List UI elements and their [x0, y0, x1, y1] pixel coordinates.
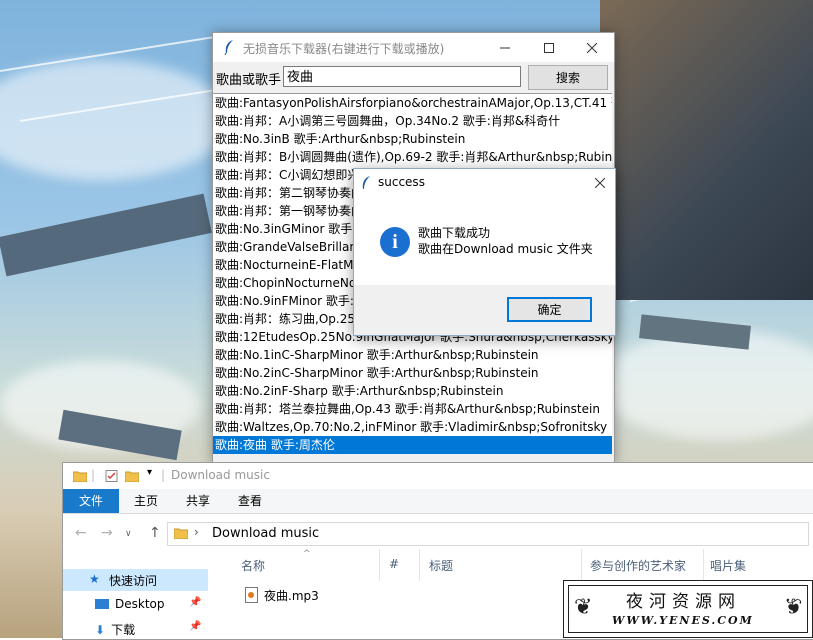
feather-icon [362, 176, 370, 189]
info-icon: i [380, 227, 410, 257]
column-artists[interactable]: 参与创作的艺术家 [590, 557, 686, 574]
toolbar-separator: | [91, 468, 96, 482]
chevron-right-icon: › [194, 525, 199, 539]
list-item[interactable]: 歌曲:肖邦：塔兰泰拉舞曲,Op.43 歌手:肖邦&Arthur&nbsp;Rub… [213, 400, 612, 418]
navigation-pane: ★ 快速访问 Desktop 📌 ⬇ 下载 📌 [63, 567, 208, 639]
list-item[interactable]: 歌曲:No.1inC-SharpMinor 歌手:Arthur&nbsp;Rub… [213, 346, 612, 364]
ornament-icon: ❦ [783, 595, 802, 620]
ornament-icon: ❦ [574, 595, 593, 620]
tab-share[interactable]: 共享 [181, 489, 215, 513]
close-icon [595, 178, 605, 188]
address-bar[interactable]: › Download music [167, 522, 809, 546]
search-row: 歌曲或歌手 夜曲 搜索 [213, 65, 614, 93]
success-dialog: success i 歌曲下载成功 歌曲在Download music 文件夹 确… [353, 168, 616, 336]
list-item[interactable]: 歌曲:肖邦：A小调第三号圆舞曲，Op.34No.2 歌手:肖邦&科奇什 [213, 112, 612, 130]
recent-dropdown-icon[interactable]: ∨ [125, 529, 132, 539]
dialog-title: success [378, 175, 425, 189]
sidebar-item-desktop[interactable]: Desktop 📌 [95, 597, 201, 611]
dialog-message-line1: 歌曲下载成功 [418, 226, 491, 240]
watermark-url: WWW.YENES.COM [612, 614, 754, 627]
pin-icon[interactable]: 📌 [189, 621, 201, 632]
column-divider [581, 549, 582, 581]
list-item[interactable]: 歌曲:FantasyonPolishAirsforpiano&orchestra… [213, 94, 612, 112]
list-item[interactable]: 歌曲:夜曲 歌手:周杰伦 [213, 436, 612, 454]
explorer-title-bar[interactable]: | ▾ | Download music [63, 463, 813, 489]
address-path: Download music [212, 526, 320, 541]
minimize-button[interactable] [483, 33, 527, 62]
quick-access-dropdown-icon[interactable]: ▾ [147, 467, 152, 478]
list-item[interactable]: 歌曲:No.2inF-Sharp 歌手:Arthur&nbsp;Rubinste… [213, 382, 612, 400]
properties-icon[interactable] [105, 470, 119, 482]
list-item[interactable]: 歌曲:肖邦：B小调圆舞曲(遗作),Op.69-2 歌手:肖邦&Arthur&nb… [213, 148, 612, 166]
forward-arrow-icon[interactable]: → [101, 525, 113, 541]
column-divider [419, 549, 420, 581]
watermark: ❦ ❦ 夜河资源网 WWW.YENES.COM [563, 580, 813, 638]
navigation-bar: ← → ∨ ↑ › Download music [63, 521, 813, 547]
pin-icon[interactable]: 📌 [189, 597, 201, 608]
column-divider [379, 549, 380, 581]
tab-home[interactable]: 主页 [129, 489, 163, 513]
folder-icon [174, 528, 188, 539]
audio-file-icon [245, 587, 258, 603]
back-arrow-icon[interactable]: ← [75, 525, 87, 541]
file-item[interactable]: 夜曲.mp3 [245, 587, 319, 604]
toolbar-separator: | [161, 468, 166, 482]
column-name[interactable]: 名称 [241, 557, 265, 574]
sidebar-item-downloads[interactable]: ⬇ 下载 📌 [95, 621, 201, 638]
close-icon [587, 42, 597, 53]
sidebar-item-quick-access[interactable]: ★ 快速访问 [63, 569, 208, 591]
sidebar-item-label: Desktop [115, 597, 165, 611]
tab-file[interactable]: 文件 [63, 489, 119, 513]
column-title[interactable]: 标题 [429, 557, 453, 574]
maximize-icon [544, 42, 554, 53]
title-bar[interactable]: 无损音乐下载器(右键进行下载或播放) [213, 33, 614, 62]
dialog-message: 歌曲下载成功 歌曲在Download music 文件夹 [418, 225, 593, 257]
column-number[interactable]: # [389, 557, 399, 571]
search-label: 歌曲或歌手 [216, 73, 282, 88]
search-button[interactable]: 搜索 [528, 65, 608, 90]
feather-icon [224, 40, 233, 55]
sidebar-item-label: 下载 [111, 623, 136, 637]
minimize-icon [500, 47, 510, 48]
maximize-button[interactable] [527, 33, 571, 62]
ok-button[interactable]: 确定 [507, 297, 592, 322]
sidebar-item-label: 快速访问 [109, 574, 158, 588]
close-button[interactable] [570, 33, 614, 62]
new-folder-icon[interactable] [125, 470, 139, 482]
list-item[interactable]: 歌曲:Waltzes,Op.70:No.2,inFMinor 歌手:Vladim… [213, 418, 612, 436]
window-title: 无损音乐下载器(右键进行下载或播放) [243, 42, 445, 56]
sort-up-icon: ^ [303, 549, 311, 559]
dialog-footer: 确定 [354, 285, 615, 335]
desktop-icon [95, 599, 109, 609]
column-divider [703, 549, 704, 581]
tab-view[interactable]: 查看 [233, 489, 267, 513]
dialog-message-line2: 歌曲在Download music 文件夹 [418, 242, 593, 256]
ribbon-tabs: 文件 主页 共享 查看 [63, 489, 813, 514]
list-item[interactable]: 歌曲:No.3inB 歌手:Arthur&nbsp;Rubinstein [213, 130, 612, 148]
dialog-close-button[interactable] [585, 169, 615, 197]
column-album[interactable]: 唱片集 [710, 557, 746, 574]
folder-icon [73, 471, 87, 482]
file-name: 夜曲.mp3 [264, 589, 319, 603]
download-arrow-icon: ⬇ [95, 623, 106, 637]
list-item[interactable]: 歌曲:No.2inC-SharpMinor 歌手:Arthur&nbsp;Rub… [213, 364, 612, 382]
up-arrow-icon[interactable]: ↑ [149, 525, 161, 541]
star-icon: ★ [89, 572, 100, 586]
search-input[interactable]: 夜曲 [283, 66, 521, 87]
watermark-name: 夜河资源网 [626, 592, 741, 612]
explorer-title: Download music [171, 468, 270, 482]
